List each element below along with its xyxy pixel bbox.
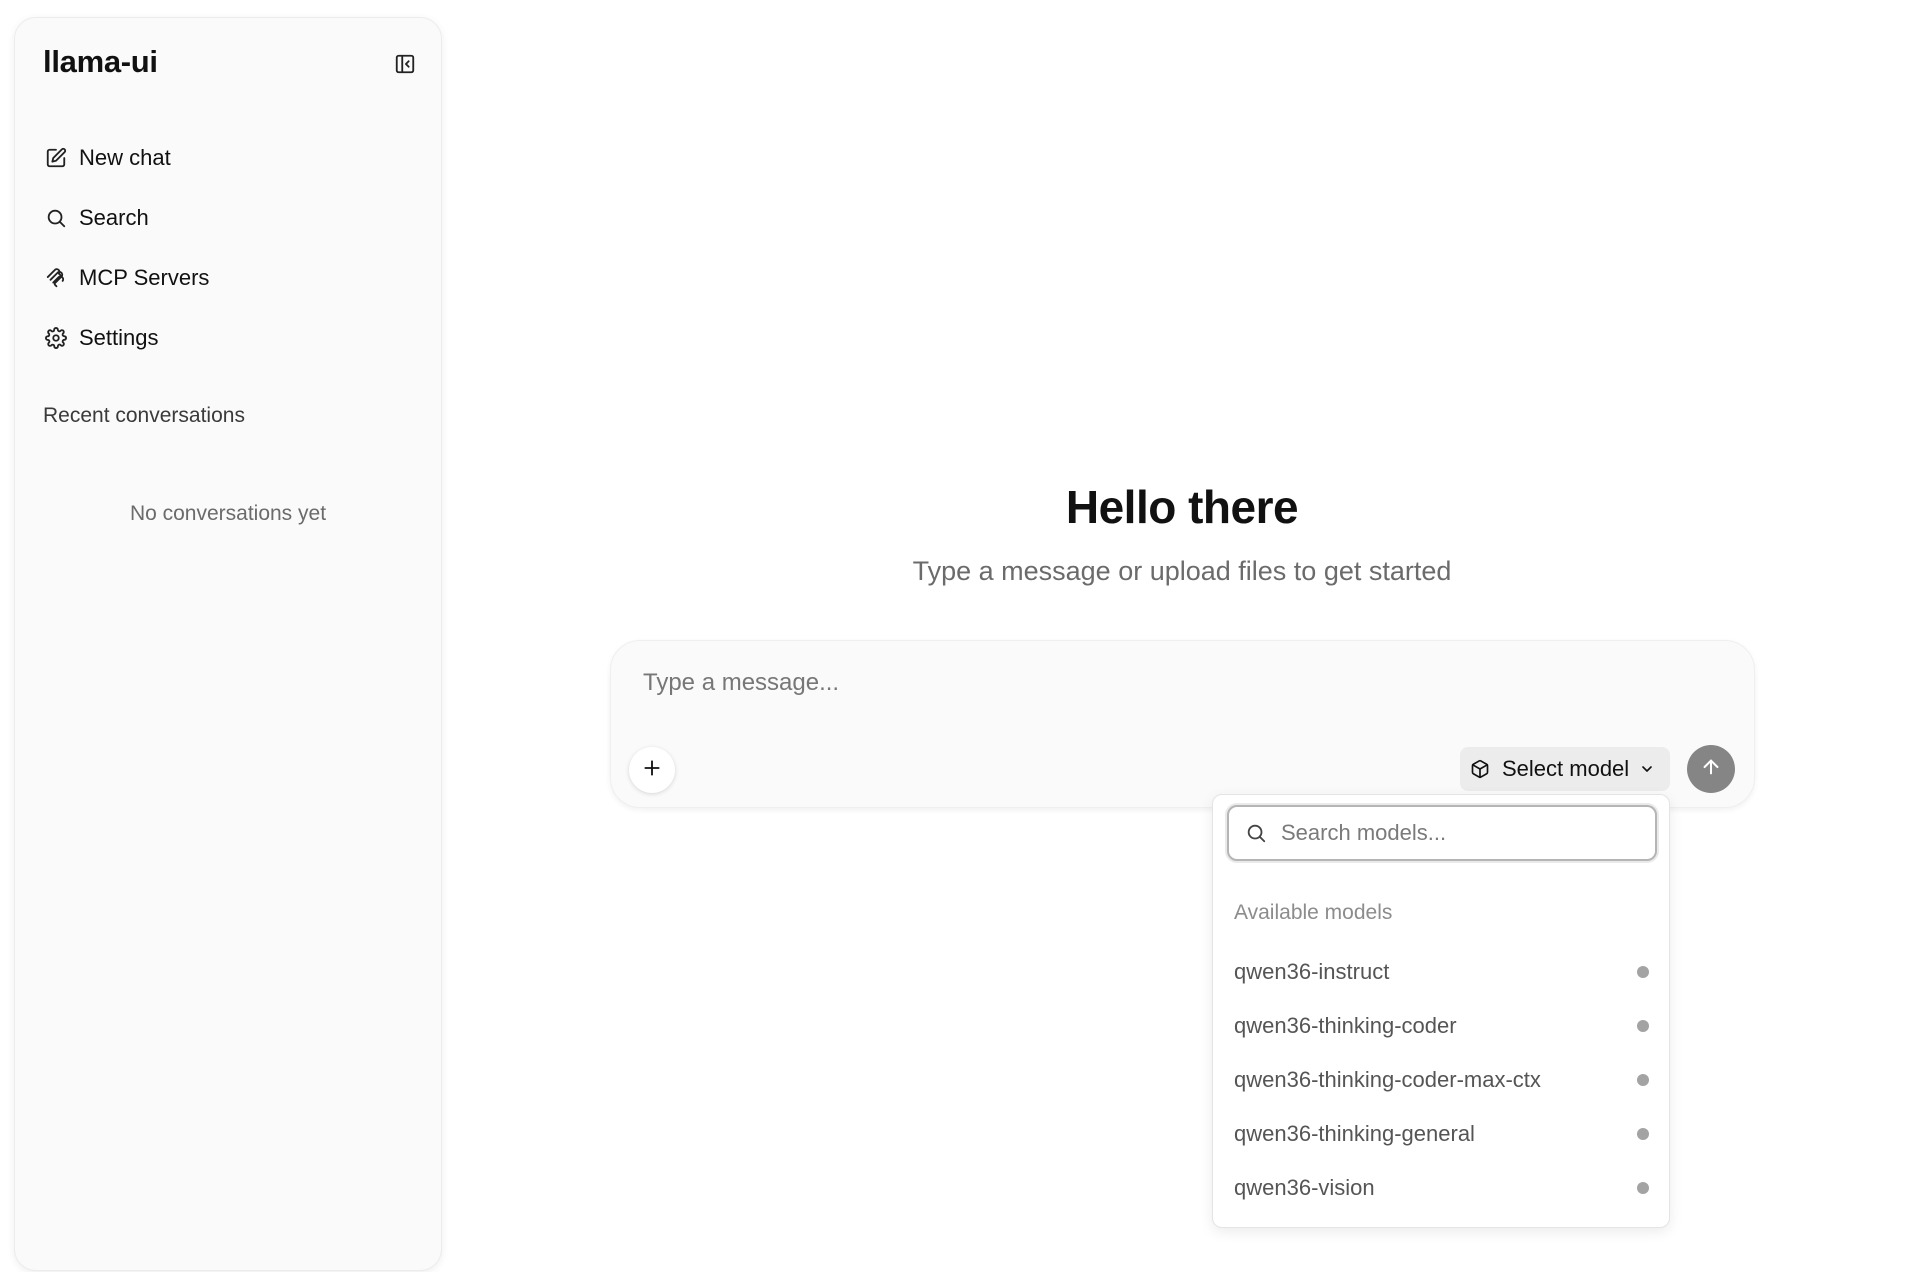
model-list: qwen36-instruct qwen36-thinking-coder qw… — [1213, 945, 1669, 1215]
model-search-input[interactable] — [1279, 819, 1639, 847]
edit-icon — [43, 145, 69, 171]
model-option[interactable]: qwen36-vision — [1213, 1161, 1669, 1215]
model-option-label: qwen36-thinking-coder-max-ctx — [1234, 1067, 1541, 1092]
status-dot — [1637, 1182, 1649, 1194]
model-option[interactable]: qwen36-thinking-coder-max-ctx — [1213, 1053, 1669, 1107]
sidebar-item-search[interactable]: Search — [43, 194, 423, 242]
select-model-button[interactable]: Select model — [1460, 747, 1670, 791]
sidebar-item-settings[interactable]: Settings — [43, 314, 423, 362]
model-option[interactable]: qwen36-instruct — [1213, 945, 1669, 999]
available-models-heading: Available models — [1234, 901, 1393, 924]
sidebar-item-label: New chat — [79, 145, 171, 170]
search-icon — [43, 205, 69, 231]
page-title: Hello there — [1065, 481, 1299, 533]
message-composer: Select model — [610, 640, 1755, 808]
empty-conversations-text: No conversations yet — [129, 502, 327, 525]
sidebar-item-label: MCP Servers — [79, 265, 210, 290]
model-search-box — [1227, 805, 1657, 861]
app-title: llama-ui — [43, 44, 158, 79]
status-dot — [1637, 1128, 1649, 1140]
chevron-down-icon — [1639, 760, 1657, 778]
status-dot — [1637, 1074, 1649, 1086]
recent-conversations-heading: Recent conversations — [43, 404, 245, 427]
model-option-label: qwen36-thinking-general — [1234, 1121, 1475, 1146]
status-dot — [1637, 1020, 1649, 1032]
select-model-label: Select model — [1502, 756, 1630, 781]
cube-icon — [1470, 758, 1492, 780]
gear-icon — [43, 325, 69, 351]
collapse-sidebar-button[interactable] — [389, 50, 421, 82]
model-option-label: qwen36-thinking-coder — [1234, 1013, 1457, 1038]
sidebar-nav: New chat Search MCP Servers Settings — [43, 134, 423, 374]
panel-left-close-icon — [394, 53, 416, 80]
mcp-icon — [43, 265, 69, 291]
sidebar-item-label: Search — [79, 205, 149, 230]
attach-button[interactable] — [629, 747, 675, 793]
search-icon — [1245, 821, 1269, 845]
sidebar-item-mcp-servers[interactable]: MCP Servers — [43, 254, 423, 302]
sidebar: llama-ui New chat Search MCP Servers Set… — [14, 17, 442, 1271]
send-button[interactable] — [1687, 745, 1735, 793]
plus-icon — [642, 758, 662, 783]
model-option-label: qwen36-vision — [1234, 1175, 1375, 1200]
sidebar-item-label: Settings — [79, 325, 159, 350]
model-dropdown: Available models qwen36-instruct qwen36-… — [1212, 794, 1670, 1228]
model-option-label: qwen36-instruct — [1234, 959, 1390, 984]
message-input[interactable] — [641, 663, 1721, 703]
model-option[interactable]: qwen36-thinking-general — [1213, 1107, 1669, 1161]
sidebar-item-new-chat[interactable]: New chat — [43, 134, 423, 182]
model-option[interactable]: qwen36-thinking-coder — [1213, 999, 1669, 1053]
status-dot — [1637, 966, 1649, 978]
arrow-up-icon — [1700, 756, 1722, 783]
page-subtitle: Type a message or upload files to get st… — [912, 556, 1452, 586]
